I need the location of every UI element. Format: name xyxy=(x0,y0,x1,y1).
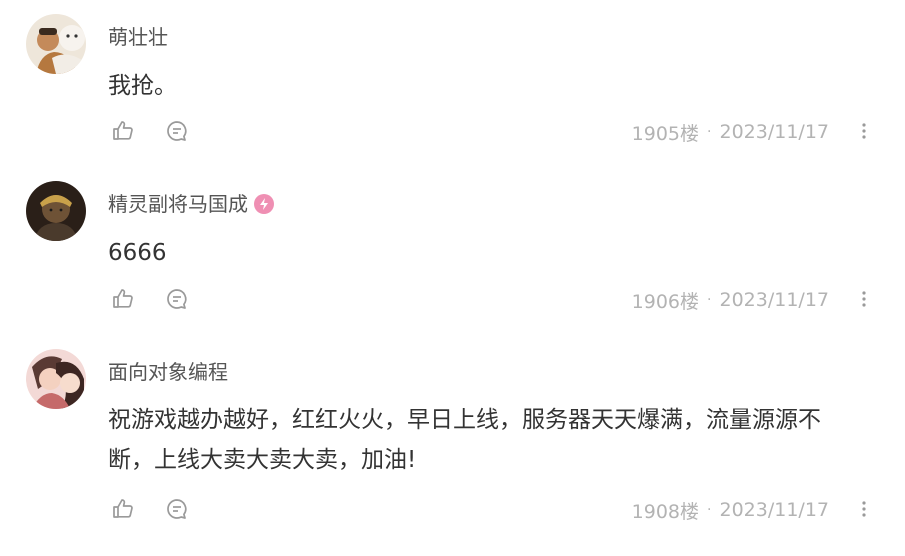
comment-bubble-icon[interactable] xyxy=(162,494,192,524)
avatar-image xyxy=(26,14,86,74)
more-vertical-icon[interactable] xyxy=(849,494,879,524)
comment-bubble-icon[interactable] xyxy=(162,284,192,314)
floor-number: 1908楼 xyxy=(631,500,700,523)
avatar[interactable] xyxy=(26,14,86,74)
comment-meta: 1905楼 · 2023/11/17 xyxy=(632,117,829,147)
comment-text: 我抢。 xyxy=(108,73,177,99)
thumbs-up-icon[interactable] xyxy=(108,116,138,146)
username-row: 面向对象编程 xyxy=(108,359,228,385)
comment-text: 6666 xyxy=(108,240,167,266)
username-row: 精灵副将马国成 xyxy=(108,191,274,217)
user-level-badge-icon xyxy=(254,194,274,214)
comment-meta: 1908楼 · 2023/11/17 xyxy=(632,495,829,525)
more-vertical-icon[interactable] xyxy=(849,284,879,314)
comment-bubble-icon[interactable] xyxy=(162,116,192,146)
username-row: 萌壮壮 xyxy=(108,24,168,50)
username[interactable]: 精灵副将马国成 xyxy=(108,191,248,217)
meta-separator: · xyxy=(707,502,712,518)
avatar[interactable] xyxy=(26,181,86,241)
comment-meta: 1906楼 · 2023/11/17 xyxy=(632,285,829,315)
comment-actions xyxy=(108,116,192,146)
avatar-image xyxy=(26,181,86,241)
username[interactable]: 萌壮壮 xyxy=(108,24,168,50)
comment-actions xyxy=(108,284,192,314)
username[interactable]: 面向对象编程 xyxy=(108,359,228,385)
comment-actions xyxy=(108,494,192,524)
thumbs-up-icon[interactable] xyxy=(108,284,138,314)
comment-date: 2023/11/17 xyxy=(719,289,829,311)
comment-text: 祝游戏越办越好，红红火火，早日上线，服务器天天爆满，流量源源不断，上线大卖大卖大… xyxy=(108,407,821,473)
comment-date: 2023/11/17 xyxy=(719,499,829,521)
floor-number: 1906楼 xyxy=(631,290,700,313)
floor-number: 1905楼 xyxy=(631,122,700,145)
avatar[interactable] xyxy=(26,349,86,409)
thumbs-up-icon[interactable] xyxy=(108,494,138,524)
meta-separator: · xyxy=(707,292,712,308)
meta-separator: · xyxy=(707,124,712,140)
more-vertical-icon[interactable] xyxy=(849,116,879,146)
comment-date: 2023/11/17 xyxy=(719,121,829,143)
avatar-image xyxy=(26,349,86,409)
